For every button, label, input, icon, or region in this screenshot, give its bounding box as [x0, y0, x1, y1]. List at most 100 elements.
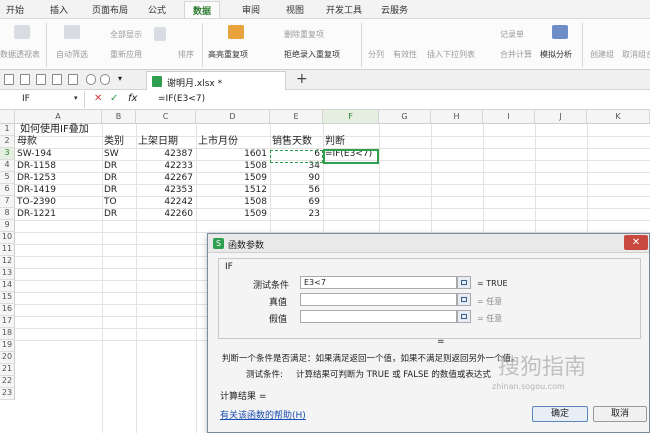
- table-cell[interactable]: DR: [104, 208, 117, 220]
- table-cell[interactable]: 1509: [196, 208, 267, 220]
- table-cell[interactable]: 1508: [196, 160, 267, 172]
- redo-icon[interactable]: [100, 74, 110, 85]
- consolidate-button[interactable]: 合并计算: [500, 49, 532, 60]
- table-cell[interactable]: 1601: [196, 148, 267, 160]
- table-cell[interactable]: DR-1253: [17, 172, 56, 184]
- collapse-dialog-button[interactable]: [457, 310, 471, 323]
- header-cell[interactable]: 上市月份: [198, 136, 238, 148]
- table-cell[interactable]: DR-1419: [17, 184, 56, 196]
- column-header-e[interactable]: E: [270, 110, 323, 124]
- name-box-dropdown-icon[interactable]: ▾: [74, 94, 78, 102]
- column-header-j[interactable]: J: [535, 110, 587, 124]
- table-cell[interactable]: TO-2390: [17, 196, 56, 208]
- column-header-g[interactable]: G: [379, 110, 431, 124]
- table-cell[interactable]: DR: [104, 160, 117, 172]
- tab-insert[interactable]: 插入: [50, 3, 68, 16]
- print-preview-icon[interactable]: [68, 74, 78, 85]
- name-box[interactable]: IF ▾: [0, 91, 85, 108]
- table-cell[interactable]: SW-194: [17, 148, 52, 160]
- table-cell[interactable]: 1512: [196, 184, 267, 196]
- row-header-3[interactable]: 3: [0, 148, 15, 160]
- row-header-8[interactable]: 8: [0, 208, 15, 220]
- header-cell[interactable]: 母款: [17, 136, 37, 148]
- undo-icon[interactable]: [86, 74, 96, 85]
- document-tab[interactable]: 谢明月.xlsx *: [146, 71, 286, 90]
- sheet-title-cell[interactable]: 如何使用IF叠加: [20, 124, 89, 136]
- row-header-9[interactable]: 9: [0, 220, 15, 232]
- row-header-17[interactable]: 17: [0, 316, 15, 328]
- active-cell-cursor[interactable]: [323, 149, 379, 164]
- table-cell[interactable]: 42233: [136, 160, 193, 172]
- row-header-16[interactable]: 16: [0, 304, 15, 316]
- column-header-d[interactable]: D: [196, 110, 270, 124]
- cancel-icon[interactable]: ✕: [94, 93, 102, 104]
- row-header-15[interactable]: 15: [0, 292, 15, 304]
- column-header-i[interactable]: I: [483, 110, 535, 124]
- row-header-19[interactable]: 19: [0, 340, 15, 352]
- sort-button[interactable]: 排序: [178, 49, 194, 60]
- row-header-22[interactable]: 22: [0, 376, 15, 388]
- formula-input[interactable]: =IF(E3<7): [158, 94, 205, 104]
- value-if-false-input[interactable]: [300, 310, 457, 323]
- tab-data[interactable]: 数据: [184, 1, 221, 18]
- row-header-23[interactable]: 23: [0, 388, 15, 400]
- row-header-10[interactable]: 10: [0, 232, 15, 244]
- ungroup-button[interactable]: 取消组合: [622, 49, 650, 60]
- insert-dropdown-button[interactable]: 插入下拉列表: [427, 49, 475, 60]
- table-cell[interactable]: 42387: [136, 148, 193, 160]
- header-cell[interactable]: 上架日期: [138, 136, 178, 148]
- close-icon[interactable]: ✕: [624, 235, 648, 250]
- test-condition-input[interactable]: E3<7: [300, 276, 457, 289]
- delete-duplicates-button[interactable]: 删除重复项: [284, 29, 324, 40]
- tab-page-layout[interactable]: 页面布局: [92, 3, 128, 16]
- row-header-20[interactable]: 20: [0, 352, 15, 364]
- collapse-dialog-button[interactable]: [457, 276, 471, 289]
- table-cell[interactable]: TO: [104, 196, 117, 208]
- show-all-button[interactable]: 全部显示: [110, 29, 142, 40]
- header-cell[interactable]: 类别: [104, 136, 124, 148]
- row-header-7[interactable]: 7: [0, 196, 15, 208]
- reapply-button[interactable]: 重新应用: [110, 49, 142, 60]
- row-header-4[interactable]: 4: [0, 160, 15, 172]
- table-cell[interactable]: SW: [104, 148, 119, 160]
- ok-button[interactable]: 确定: [532, 406, 588, 422]
- header-cell[interactable]: 销售天数: [272, 136, 312, 148]
- table-cell[interactable]: 1509: [196, 172, 267, 184]
- validity-button[interactable]: 有效性: [393, 49, 417, 60]
- table-cell[interactable]: DR-1158: [17, 160, 56, 172]
- table-cell[interactable]: DR: [104, 172, 117, 184]
- highlight-duplicates-button[interactable]: 高亮重复项: [208, 49, 248, 60]
- column-header-f[interactable]: F: [323, 110, 379, 124]
- tab-view[interactable]: 视图: [286, 3, 304, 16]
- row-header-5[interactable]: 5: [0, 172, 15, 184]
- table-cell[interactable]: DR: [104, 184, 117, 196]
- table-cell[interactable]: 56: [270, 184, 320, 196]
- row-header-14[interactable]: 14: [0, 280, 15, 292]
- row-header-13[interactable]: 13: [0, 268, 15, 280]
- customize-dropdown-icon[interactable]: ▾: [118, 74, 128, 85]
- tab-review[interactable]: 审阅: [242, 3, 260, 16]
- table-cell[interactable]: 42242: [136, 196, 193, 208]
- save-icon[interactable]: [36, 74, 46, 85]
- table-cell[interactable]: 23: [270, 208, 320, 220]
- print-icon[interactable]: [52, 74, 62, 85]
- insert-function-icon[interactable]: fx: [128, 93, 137, 104]
- table-cell[interactable]: 1508: [196, 196, 267, 208]
- cancel-button[interactable]: 取消: [593, 406, 647, 422]
- tab-formulas[interactable]: 公式: [148, 3, 166, 16]
- row-header-11[interactable]: 11: [0, 244, 15, 256]
- reject-duplicates-button[interactable]: 拒绝录入重复项: [284, 49, 340, 60]
- row-header-18[interactable]: 18: [0, 328, 15, 340]
- table-cell[interactable]: 42353: [136, 184, 193, 196]
- simulate-analysis-button[interactable]: 模拟分析: [540, 49, 572, 60]
- table-cell[interactable]: DR-1221: [17, 208, 56, 220]
- row-header-1[interactable]: 1: [0, 124, 15, 136]
- row-header-2[interactable]: 2: [0, 136, 15, 148]
- row-header-6[interactable]: 6: [0, 184, 15, 196]
- column-header-b[interactable]: B: [102, 110, 136, 124]
- collapse-dialog-button[interactable]: [457, 293, 471, 306]
- table-cell[interactable]: 42260: [136, 208, 193, 220]
- column-header-c[interactable]: C: [136, 110, 196, 124]
- header-cell[interactable]: 判断: [325, 136, 345, 148]
- autofilter-button[interactable]: 自动筛选: [56, 49, 88, 60]
